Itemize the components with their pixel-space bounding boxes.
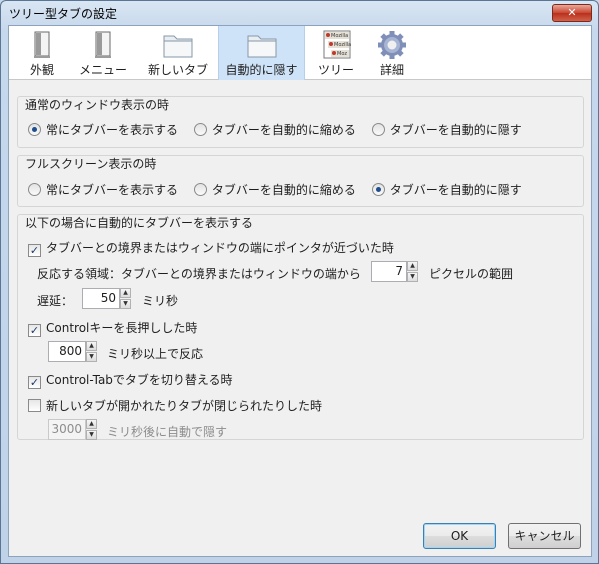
- control-tab-checkbox[interactable]: ✓: [28, 376, 41, 389]
- area-unit: ピクセルの範囲: [429, 267, 514, 281]
- checkbox-label: Controlキーを長押しした時: [46, 321, 198, 335]
- tab-label: メニュー: [78, 63, 127, 77]
- spin-down-icon[interactable]: ▼: [407, 272, 418, 282]
- spin-up-icon[interactable]: ▲: [86, 419, 97, 429]
- tab-open-close-unit: ミリ秒後に自動で隠す: [107, 425, 228, 439]
- spin-down-icon[interactable]: ▼: [86, 352, 97, 362]
- radio-button[interactable]: [28, 123, 41, 136]
- tab-appearance[interactable]: 外観: [17, 26, 67, 80]
- spin-down-icon[interactable]: ▼: [86, 430, 97, 440]
- window-icon: [95, 31, 111, 58]
- radio-hide[interactable]: タブバーを自動的に隠す: [371, 121, 522, 138]
- checkbox-label: タブバーとの境界またはウィンドウの端にポインタが近づいた時: [46, 241, 394, 255]
- spin-down-icon[interactable]: ▼: [120, 299, 131, 309]
- delay-unit: ミリ秒: [142, 294, 179, 308]
- pointer-checkbox-row[interactable]: ✓ タブバーとの境界またはウィンドウの端にポインタが近づいた時: [28, 239, 394, 257]
- tab-auto-hide[interactable]: 自動的に隠す: [218, 26, 305, 80]
- close-icon: ✕: [567, 6, 577, 19]
- radio-label: 常にタブバーを表示する: [46, 183, 179, 197]
- area-label: 反応する領域：タブバーとの境界またはウィンドウの端から: [37, 267, 361, 281]
- folder-icon: [247, 35, 276, 58]
- radio-button[interactable]: [28, 183, 41, 196]
- group-title: 以下の場合に自動的にタブバーを表示する: [25, 216, 254, 230]
- window-title: ツリー型タブの設定: [9, 7, 118, 21]
- delay-label: 遅延：: [37, 294, 74, 308]
- control-key-input[interactable]: 800: [48, 341, 86, 362]
- radio-label: タブバーを自動的に縮める: [211, 123, 356, 137]
- checkbox-label: Control-Tabでタブを切り替える時: [46, 373, 233, 387]
- control-tab-checkbox-row[interactable]: ✓ Control-Tabでタブを切り替える時: [28, 371, 233, 389]
- tab-label: ツリー: [317, 63, 354, 77]
- tab-label: 新しいタブ: [147, 63, 208, 77]
- radio-button[interactable]: [371, 123, 385, 136]
- tab-label: 外観: [29, 63, 54, 77]
- fullscreen-mode-group: フルスクリーン表示の時 常にタブバーを表示する タブバーを自動的に縮める タブバ…: [17, 155, 584, 207]
- normal-mode-group: 通常のウィンドウ表示の時 常にタブバーを表示する タブバーを自動的に縮める タブ…: [17, 96, 584, 148]
- radio-shrink[interactable]: タブバーを自動的に縮める: [193, 121, 356, 138]
- tree-icon-text: Mozilla: [334, 42, 351, 48]
- radio-group: 常にタブバーを表示する タブバーを自動的に縮める タブバーを自動的に隠す: [28, 121, 534, 138]
- spin-up-icon[interactable]: ▲: [120, 288, 131, 298]
- title-bar[interactable]: ツリー型タブの設定 ✕: [1, 1, 598, 25]
- control-key-unit: ミリ秒以上で反応: [107, 347, 204, 361]
- ok-button[interactable]: OK: [423, 523, 496, 549]
- radio-button[interactable]: [193, 183, 207, 196]
- folder-icon: [163, 35, 193, 58]
- delay-input[interactable]: 50: [82, 288, 120, 309]
- control-key-checkbox[interactable]: ✓: [28, 324, 41, 337]
- radio-label: タブバーを自動的に隠す: [389, 123, 522, 137]
- tree-icon-text: Moz: [337, 51, 347, 57]
- radio-button[interactable]: [193, 123, 207, 136]
- tab-open-close-checkbox-row[interactable]: 新しいタブが開かれたりタブが閉じられたりした時: [28, 397, 322, 414]
- radio-always-show[interactable]: 常にタブバーを表示する: [28, 121, 178, 138]
- pane-toolbar: 外観 メニュー 新しいタブ 自動的に隠す Mozilla Mozilla Moz…: [9, 26, 591, 80]
- tab-tree[interactable]: Mozilla Mozilla Moz ツリー: [310, 26, 362, 80]
- cancel-button[interactable]: キャンセル: [508, 523, 581, 549]
- tab-menu[interactable]: メニュー: [71, 26, 135, 80]
- radio-hide[interactable]: タブバーを自動的に隠す: [371, 181, 522, 198]
- tab-open-close-checkbox[interactable]: [28, 399, 41, 412]
- control-key-checkbox-row[interactable]: ✓ Controlキーを長押しした時: [28, 319, 197, 337]
- radio-group: 常にタブバーを表示する タブバーを自動的に縮める タブバーを自動的に隠す: [28, 181, 534, 198]
- tab-open-close-input[interactable]: 3000: [48, 419, 86, 440]
- group-title: 通常のウィンドウ表示の時: [25, 98, 170, 112]
- radio-shrink[interactable]: タブバーを自動的に縮める: [193, 181, 356, 198]
- radio-label: タブバーを自動的に縮める: [211, 183, 356, 197]
- spin-up-icon[interactable]: ▲: [86, 341, 97, 351]
- tree-icon-text: Mozilla: [331, 33, 348, 39]
- close-button[interactable]: ✕: [552, 4, 592, 22]
- radio-always-show[interactable]: 常にタブバーを表示する: [28, 181, 178, 198]
- radio-label: タブバーを自動的に隠す: [389, 183, 522, 197]
- tree-tabs-icon: Mozilla Mozilla Moz: [323, 30, 351, 59]
- preferences-window: ツリー型タブの設定 ✕ 外観 メニュー 新しいタブ 自動的に隠す Mozilla…: [0, 0, 599, 564]
- radio-label: 常にタブバーを表示する: [46, 123, 179, 137]
- group-title: フルスクリーン表示の時: [25, 157, 157, 171]
- dialog-client-area: 外観 メニュー 新しいタブ 自動的に隠す Mozilla Mozilla Moz…: [8, 25, 592, 557]
- pointer-checkbox[interactable]: ✓: [28, 244, 41, 257]
- window-icon: [34, 31, 50, 58]
- tab-label: 詳細: [379, 63, 404, 77]
- gear-icon: [378, 31, 406, 59]
- checkbox-label: 新しいタブが開かれたりタブが閉じられたりした時: [46, 399, 323, 413]
- tab-advanced[interactable]: 詳細: [367, 26, 417, 80]
- tab-label: 自動的に隠す: [225, 63, 298, 77]
- spin-up-icon[interactable]: ▲: [407, 261, 418, 271]
- area-input[interactable]: 7: [371, 261, 407, 282]
- radio-button[interactable]: [371, 183, 385, 196]
- auto-show-group: 以下の場合に自動的にタブバーを表示する ✓ タブバーとの境界またはウィンドウの端に…: [17, 214, 584, 440]
- tab-new-tab[interactable]: 新しいタブ: [141, 26, 215, 80]
